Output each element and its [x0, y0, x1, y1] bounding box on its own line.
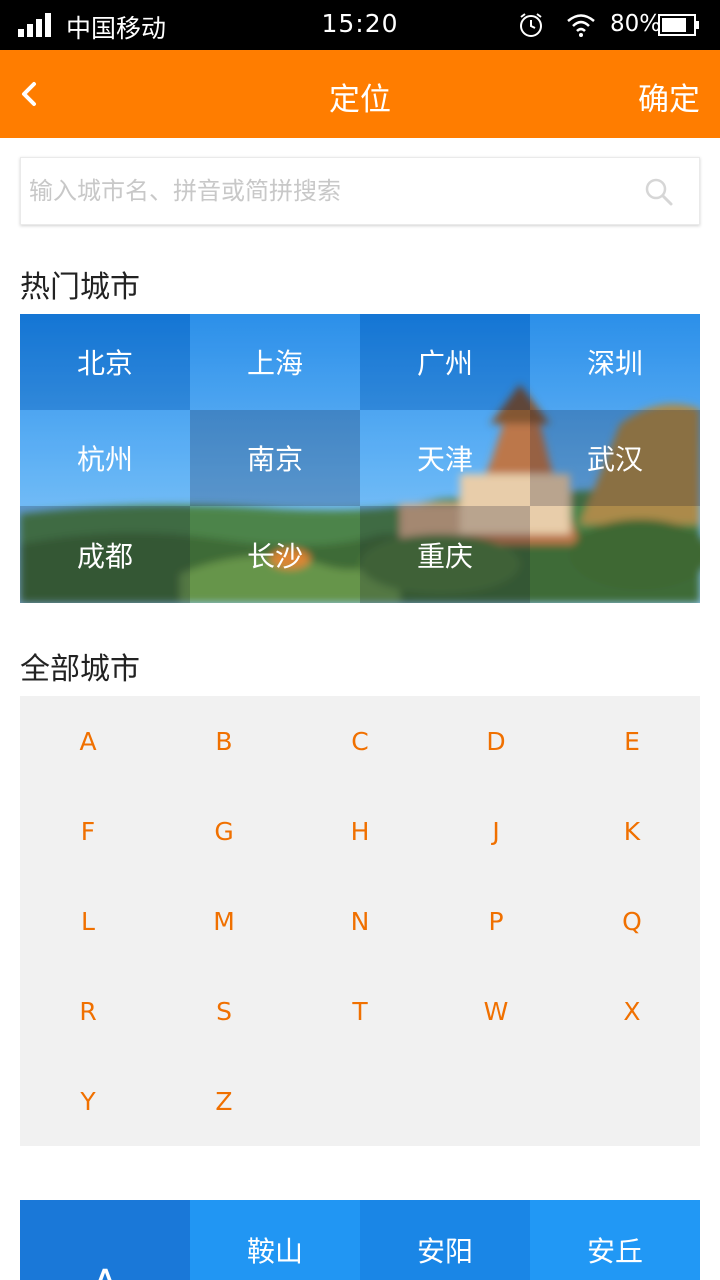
letter-index-item[interactable]: R — [20, 966, 156, 1056]
all-cities-title: 全部城市 — [20, 652, 140, 687]
letter-index-item[interactable]: D — [428, 696, 564, 786]
battery-icon — [658, 14, 699, 36]
search-icon[interactable] — [643, 176, 675, 208]
letter-index-item[interactable]: J — [428, 786, 564, 876]
letter-index-grid: A B C D E F G H J K L M N P Q R S T W X … — [20, 696, 700, 1146]
city-cell[interactable]: 安阳 — [360, 1200, 530, 1280]
letter-index-item[interactable]: C — [292, 696, 428, 786]
search-box — [20, 157, 700, 225]
hot-city-empty-cell — [530, 506, 700, 603]
hot-cities-grid: 北京 上海 广州 深圳 杭州 南京 天津 武汉 成都 长沙 重庆 — [20, 314, 700, 603]
hot-city-cell[interactable]: 深圳 — [530, 314, 700, 410]
app-header: 定位 确定 — [0, 50, 720, 138]
hot-city-cell[interactable]: 天津 — [360, 410, 530, 506]
wifi-icon — [567, 14, 595, 37]
letter-index-item[interactable]: X — [564, 966, 700, 1056]
hot-city-cell[interactable]: 武汉 — [530, 410, 700, 506]
section-letter-cell: A — [20, 1200, 190, 1280]
letter-index-item[interactable]: M — [156, 876, 292, 966]
city-cell[interactable]: 鞍山 — [190, 1200, 360, 1280]
status-bar: 中国移动 15:20 80% — [0, 0, 720, 50]
letter-index-item[interactable]: N — [292, 876, 428, 966]
city-cell[interactable]: 安丘 — [530, 1200, 700, 1280]
letter-index-item[interactable]: F — [20, 786, 156, 876]
page-title: 定位 — [329, 82, 391, 118]
hot-city-cell[interactable]: 长沙 — [190, 506, 360, 603]
confirm-button[interactable]: 确定 — [638, 74, 700, 119]
letter-index-item[interactable]: W — [428, 966, 564, 1056]
letter-index-item[interactable]: K — [564, 786, 700, 876]
hot-city-cell[interactable]: 重庆 — [360, 506, 530, 603]
letter-index-item[interactable]: S — [156, 966, 292, 1056]
letter-index-item[interactable]: H — [292, 786, 428, 876]
letter-index-item[interactable]: G — [156, 786, 292, 876]
letter-index-item[interactable]: A — [20, 696, 156, 786]
hot-city-cell[interactable]: 上海 — [190, 314, 360, 410]
letter-index-item[interactable]: E — [564, 696, 700, 786]
city-search-input[interactable] — [29, 158, 629, 224]
letter-index-item[interactable]: Q — [564, 876, 700, 966]
hot-city-cell[interactable]: 广州 — [360, 314, 530, 410]
alarm-icon — [520, 13, 542, 37]
letter-index-item[interactable]: L — [20, 876, 156, 966]
hot-city-cell[interactable]: 成都 — [20, 506, 190, 603]
hot-city-cell[interactable]: 南京 — [190, 410, 360, 506]
battery-percentage: 80% — [610, 11, 662, 37]
city-list-section-a: A 鞍山 安阳 安丘 — [20, 1200, 700, 1280]
letter-index-item[interactable]: B — [156, 696, 292, 786]
letter-index-item[interactable]: Z — [156, 1056, 292, 1146]
hot-cities-title: 热门城市 — [20, 270, 140, 305]
letter-index-item[interactable]: Y — [20, 1056, 156, 1146]
hot-city-cell[interactable]: 杭州 — [20, 410, 190, 506]
hot-city-cell[interactable]: 北京 — [20, 314, 190, 410]
letter-index-item[interactable]: P — [428, 876, 564, 966]
letter-index-item[interactable]: T — [292, 966, 428, 1056]
